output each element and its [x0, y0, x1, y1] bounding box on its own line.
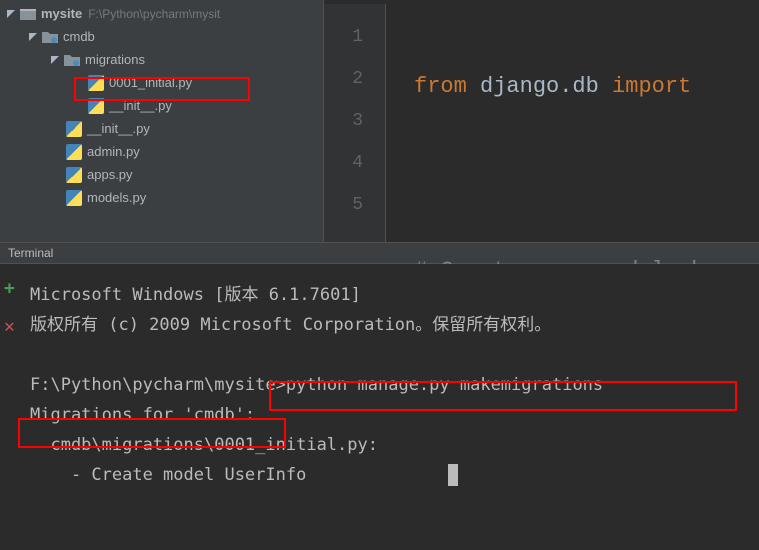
code-area[interactable]: from django.db import # Create your mode…	[386, 4, 718, 242]
terminal[interactable]: + ✕ Microsoft Windows [版本 6.1.7601] 版权所有…	[0, 264, 759, 550]
python-file-icon	[66, 144, 82, 160]
tree-file-models[interactable]: models.py	[0, 186, 323, 209]
expand-arrow-icon[interactable]	[26, 30, 40, 44]
tree-file-apps[interactable]: apps.py	[0, 163, 323, 186]
tree-label: 0001_initial.py	[109, 75, 192, 90]
terminal-line: Microsoft Windows [版本 6.1.7601]	[30, 280, 749, 310]
tree-label: migrations	[85, 52, 145, 67]
python-file-icon	[66, 190, 82, 206]
cursor	[448, 464, 458, 486]
tree-root[interactable]: mysite F:\Python\pycharm\mysit	[0, 2, 323, 25]
close-session-icon[interactable]: ✕	[4, 312, 15, 342]
tree-label: models.py	[87, 190, 146, 205]
tree-cmdb[interactable]: cmdb	[0, 25, 323, 48]
terminal-line: F:\Python\pycharm\mysite>python manage.p…	[30, 370, 749, 400]
python-file-icon	[88, 75, 104, 91]
tree-migrations[interactable]: migrations	[0, 48, 323, 71]
tree-label: cmdb	[63, 29, 95, 44]
tree-path: F:\Python\pycharm\mysit	[88, 7, 220, 21]
line-number: 1	[324, 16, 363, 58]
line-number: 4	[324, 142, 363, 184]
code-line	[414, 158, 718, 200]
tree-file-init-mig[interactable]: __init__.py	[0, 94, 323, 117]
terminal-line: Migrations for 'cmdb':	[30, 400, 749, 430]
folder-icon	[42, 29, 58, 45]
tree-label: mysite	[41, 6, 82, 21]
gutter: 1 2 3 4 5	[324, 4, 386, 242]
tree-label: admin.py	[87, 144, 140, 159]
tree-file-0001[interactable]: 0001_initial.py	[0, 71, 323, 94]
folder-icon	[20, 6, 36, 22]
tree-label: __init__.py	[109, 98, 172, 113]
terminal-title: Terminal	[8, 246, 53, 260]
terminal-line: - Create model UserInfo	[30, 460, 749, 490]
line-number: 3	[324, 100, 363, 142]
new-session-icon[interactable]: +	[4, 274, 15, 304]
tree-file-init[interactable]: __init__.py	[0, 117, 323, 140]
python-file-icon	[66, 121, 82, 137]
expand-arrow-icon[interactable]	[48, 53, 62, 67]
tree-file-admin[interactable]: admin.py	[0, 140, 323, 163]
line-number: 5	[324, 184, 363, 226]
code-editor[interactable]: 1 2 3 4 5 from django.db import # Create…	[324, 0, 759, 242]
tree-label: apps.py	[87, 167, 133, 182]
python-file-icon	[66, 167, 82, 183]
line-number: 2	[324, 58, 363, 100]
expand-arrow-icon[interactable]	[4, 7, 18, 21]
python-file-icon	[88, 98, 104, 114]
terminal-line: cmdb\migrations\0001_initial.py:	[30, 430, 749, 460]
code-line: from django.db import	[414, 66, 718, 108]
tree-label: __init__.py	[87, 121, 150, 136]
folder-icon	[64, 52, 80, 68]
project-tree[interactable]: mysite F:\Python\pycharm\mysit cmdb migr…	[0, 0, 324, 242]
terminal-line: 版权所有 (c) 2009 Microsoft Corporation。保留所有…	[30, 310, 749, 340]
